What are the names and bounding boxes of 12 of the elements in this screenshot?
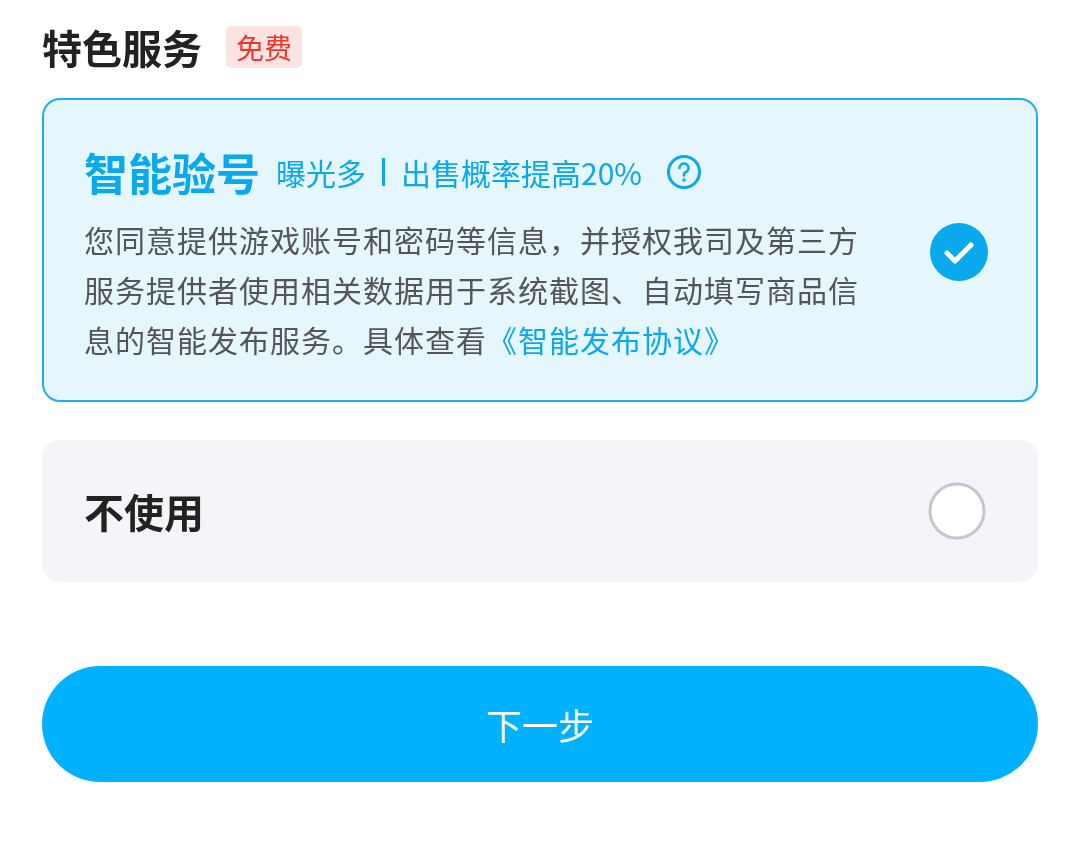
feature-tag: 出售概率提高20%	[401, 150, 642, 194]
help-icon[interactable]	[665, 154, 702, 190]
radio-icon[interactable]	[928, 482, 986, 540]
option-card[interactable]: 智能验号 曝光多 出售概率提高20% 您同意提供游戏账号和密码等信息，并授权我司及第三方服务提供者使用相关数据用于系统截图、自动填写商品信息的智能发布服务。具体查看《智能发布协议》	[42, 98, 1038, 402]
feature-tag: 曝光多	[276, 150, 366, 194]
option-title: 智能验号	[84, 140, 260, 204]
section-title: 特色服务	[42, 18, 202, 76]
free-badge: 免费	[226, 26, 302, 68]
option-card[interactable]: 不使用	[42, 440, 1038, 582]
checked-radio-icon[interactable]	[930, 223, 988, 281]
option-title: 不使用	[84, 482, 204, 540]
description-text: 您同意提供游戏账号和密码等信息，并授权我司及第三方服务提供者使用相关数据用于系统截图、自动填写商品信息的智能发布服务。具体查看《智能发布协议》	[84, 216, 860, 363]
